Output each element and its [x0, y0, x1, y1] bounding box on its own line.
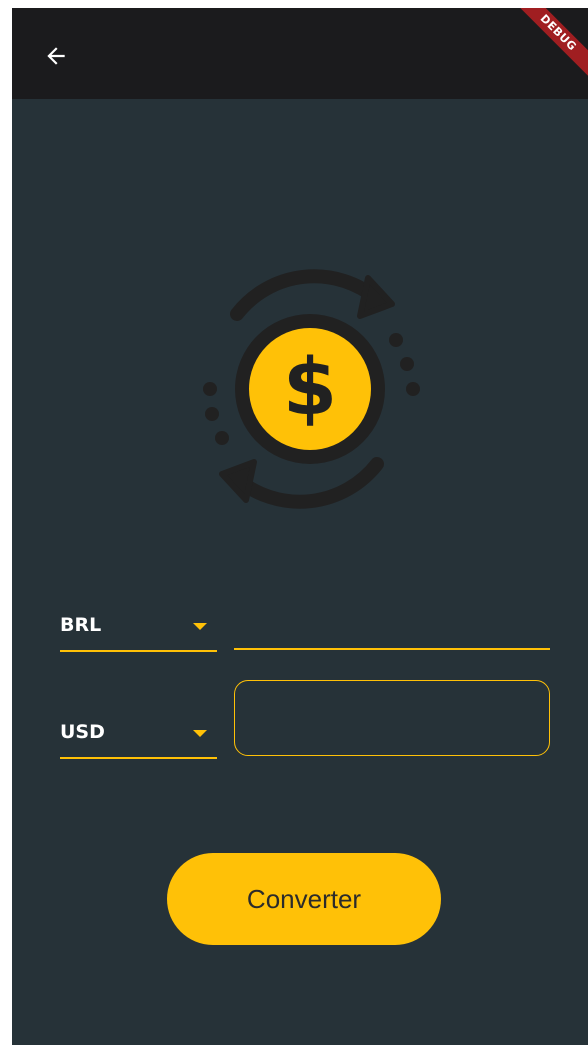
from-currency-label: BRL: [60, 614, 102, 636]
to-currency-dropdown[interactable]: USD: [60, 705, 217, 759]
from-currency-dropdown[interactable]: BRL: [60, 598, 217, 652]
dollar-symbol: $: [283, 343, 337, 433]
app-bar: [12, 8, 588, 99]
currency-exchange-logo: $: [182, 264, 432, 514]
back-button[interactable]: [36, 36, 76, 76]
app-screen: DEBUG $ BRL USD Converter: [12, 8, 588, 1045]
to-amount-input[interactable]: [234, 680, 550, 756]
chevron-down-icon: [193, 623, 207, 630]
to-currency-label: USD: [60, 721, 105, 743]
from-amount-input[interactable]: [234, 598, 550, 650]
currency-exchange-dollar-icon: $: [203, 269, 420, 509]
convert-button[interactable]: Converter: [167, 853, 441, 945]
chevron-down-icon: [193, 730, 207, 737]
arrow-left-icon: [47, 47, 65, 65]
